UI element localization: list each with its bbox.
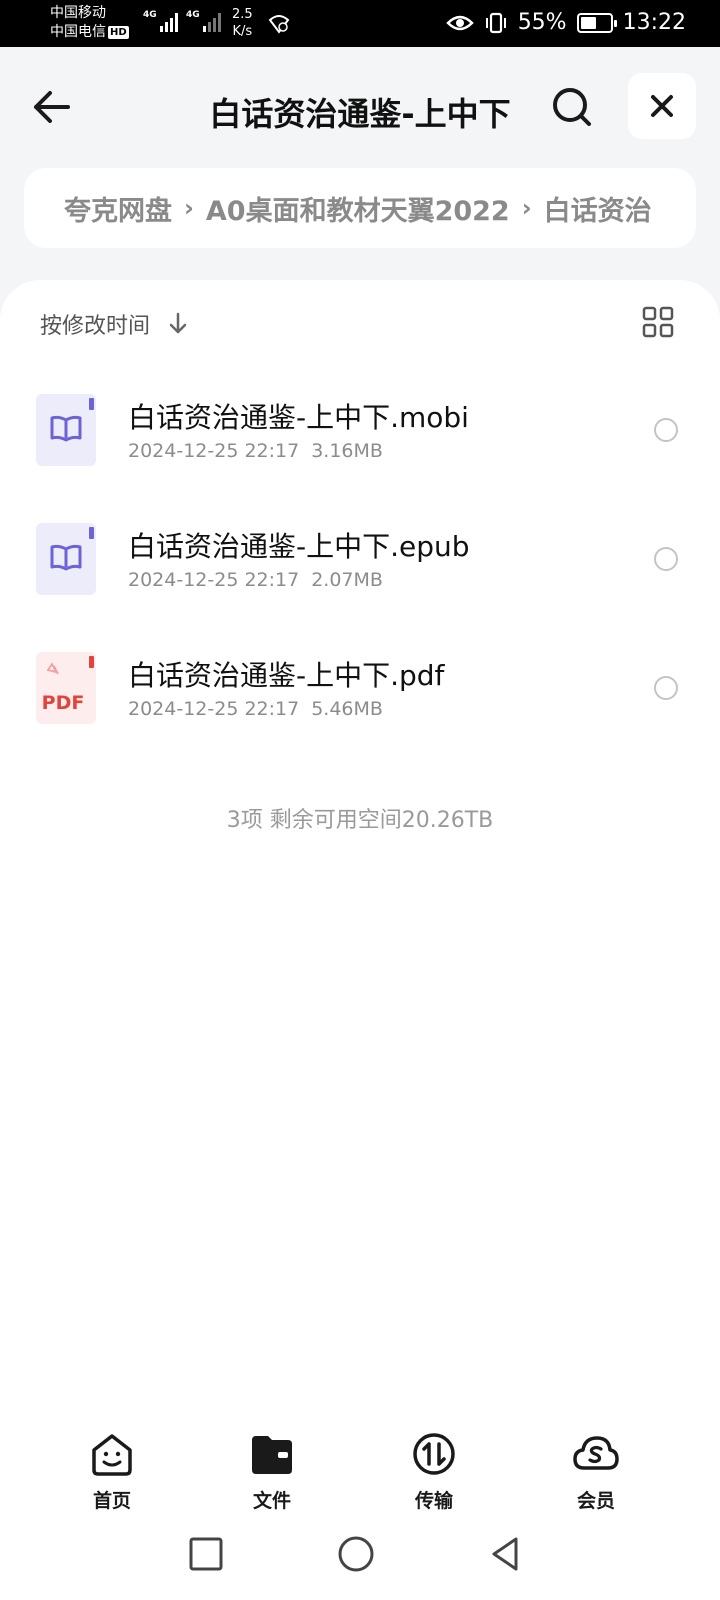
file-list-panel: 按修改时间 白话资治通鉴-上中下.mobi 2024-12-25 22:17 3.… bbox=[0, 280, 720, 1600]
file-name: 白话资治通鉴-上中下.epub bbox=[128, 530, 470, 563]
nav-label: 首页 bbox=[92, 1490, 131, 1512]
app-header: 白话资治通鉴-上中下 bbox=[0, 47, 720, 165]
breadcrumb-item-root[interactable]: 夸克网盘 bbox=[64, 189, 172, 228]
nav-label: 传输 bbox=[414, 1490, 453, 1512]
bottom-nav: 首页 文件 传输 会员 bbox=[0, 1420, 720, 1513]
hd-badge: HD bbox=[108, 25, 129, 39]
file-meta: 2024-12-25 22:17 2.07MB bbox=[128, 569, 383, 591]
file-date: 2024-12-25 22:17 bbox=[128, 569, 300, 591]
nav-item-files[interactable]: 文件 bbox=[222, 1430, 322, 1513]
home-smile-icon bbox=[92, 1434, 132, 1476]
file-name: 白话资治通鉴-上中下.pdf bbox=[128, 659, 445, 692]
file-date: 2024-12-25 22:17 bbox=[128, 698, 300, 720]
system-nav-bar bbox=[0, 1510, 720, 1600]
battery-percent: 55% bbox=[517, 10, 567, 35]
clock: 13:22 bbox=[622, 10, 686, 35]
sort-button[interactable]: 按修改时间 bbox=[40, 308, 188, 340]
list-item-file[interactable]: PDF 白话资治通鉴-上中下.pdf 2024-12-25 22:17 5.46M… bbox=[0, 652, 720, 762]
breadcrumb-item-current[interactable]: 白话资治 bbox=[544, 189, 652, 228]
search-icon bbox=[553, 88, 591, 126]
speed-value: 2.5 bbox=[232, 7, 253, 22]
home-circle-icon[interactable] bbox=[336, 1534, 376, 1574]
nav-label: 文件 bbox=[252, 1490, 291, 1512]
file-name: 白话资治通鉴-上中下.mobi bbox=[128, 401, 469, 434]
nav-item-transfer[interactable]: 传输 bbox=[384, 1430, 484, 1513]
grid-icon bbox=[642, 306, 674, 338]
status-bar: 中国移动 中国电信 HD 4G 4G 2.5 K/s 55% 13:22 bbox=[0, 0, 720, 47]
battery-icon bbox=[576, 12, 617, 33]
select-radio[interactable] bbox=[654, 676, 678, 700]
carrier-info: 中国移动 中国电信 HD bbox=[50, 4, 129, 42]
vibrate-icon bbox=[485, 12, 506, 33]
breadcrumb: 夸克网盘 › A0桌面和教材天翼2022 › 白话资治 bbox=[24, 168, 696, 248]
close-button[interactable] bbox=[628, 73, 696, 139]
close-icon bbox=[651, 95, 673, 117]
eye-icon bbox=[445, 15, 474, 30]
page-title: 白话资治通鉴-上中下 bbox=[209, 95, 511, 133]
nav-label: 会员 bbox=[576, 1490, 615, 1512]
pdf-label: PDF bbox=[42, 692, 85, 714]
breadcrumb-item-folder[interactable]: A0桌面和教材天翼2022 bbox=[206, 189, 510, 228]
book-icon bbox=[36, 523, 96, 595]
pdf-icon: PDF bbox=[36, 652, 96, 724]
list-item-file[interactable]: 白话资治通鉴-上中下.mobi 2024-12-25 22:17 3.16MB bbox=[0, 394, 720, 504]
search-button[interactable] bbox=[550, 85, 594, 129]
signal-1-icon: 4G bbox=[143, 10, 178, 32]
nav-item-vip[interactable]: 会员 bbox=[546, 1430, 646, 1513]
signal-2-icon: 4G bbox=[186, 10, 221, 32]
wifi-icon bbox=[268, 15, 290, 34]
book-icon bbox=[36, 394, 96, 466]
back-button[interactable] bbox=[28, 85, 76, 129]
recent-apps-icon[interactable] bbox=[186, 1534, 226, 1574]
carrier-2: 中国电信 bbox=[50, 24, 106, 40]
list-item-file[interactable]: 白话资治通鉴-上中下.epub 2024-12-25 22:17 2.07MB bbox=[0, 523, 720, 633]
chevron-right-icon: › bbox=[521, 194, 532, 222]
file-date: 2024-12-25 22:17 bbox=[128, 440, 300, 462]
arrow-down-icon bbox=[169, 312, 187, 334]
status-right: 55% 13:22 bbox=[445, 10, 686, 35]
select-radio[interactable] bbox=[654, 547, 678, 571]
carrier-1: 中国移动 bbox=[50, 5, 106, 21]
file-size: 5.46MB bbox=[311, 698, 383, 720]
select-radio[interactable] bbox=[654, 418, 678, 442]
grid-view-button[interactable] bbox=[642, 306, 674, 338]
file-size: 2.07MB bbox=[311, 569, 383, 591]
transfer-icon bbox=[413, 1433, 455, 1475]
storage-summary: 3项 剩余可用空间20.26TB bbox=[226, 808, 494, 833]
network-type-2: 4G bbox=[186, 10, 200, 20]
nav-item-home[interactable]: 首页 bbox=[62, 1430, 162, 1513]
cloud-vip-icon bbox=[573, 1436, 619, 1470]
back-triangle-icon[interactable] bbox=[486, 1534, 526, 1574]
folder-icon bbox=[252, 1436, 292, 1474]
file-meta: 2024-12-25 22:17 5.46MB bbox=[128, 698, 383, 720]
file-meta: 2024-12-25 22:17 3.16MB bbox=[128, 440, 383, 462]
arrow-left-icon bbox=[34, 91, 70, 123]
file-size: 3.16MB bbox=[311, 440, 383, 462]
network-type-1: 4G bbox=[143, 10, 157, 20]
sort-label: 按修改时间 bbox=[40, 314, 151, 339]
network-speed: 2.5 K/s bbox=[232, 6, 253, 40]
speed-unit: K/s bbox=[232, 24, 253, 39]
chevron-right-icon: › bbox=[184, 194, 194, 222]
